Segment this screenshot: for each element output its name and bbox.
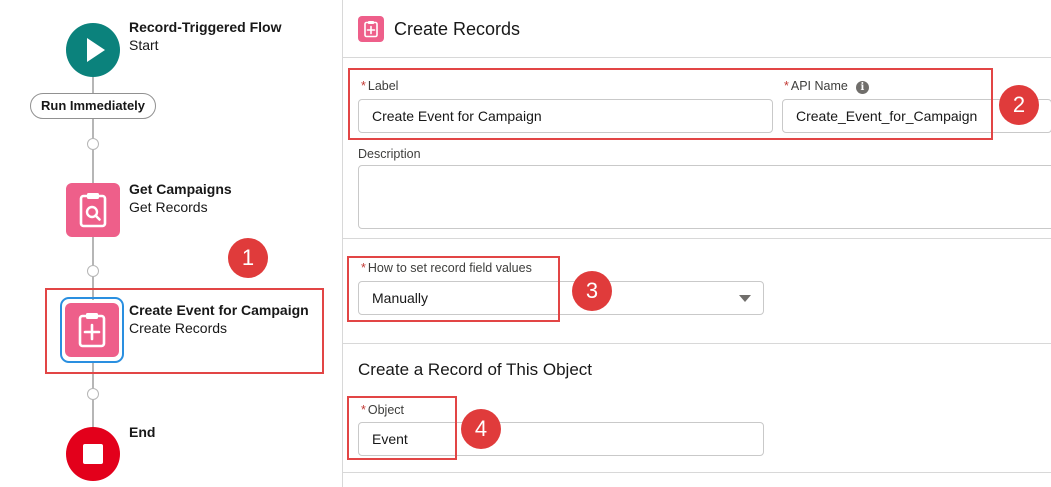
flow-connector-line	[92, 119, 94, 185]
description-textarea[interactable]	[358, 165, 1051, 229]
run-immediately-path[interactable]: Run Immediately	[30, 93, 156, 119]
panel-header-icon	[358, 16, 384, 42]
annotation-badge-3: 3	[572, 271, 612, 311]
stop-icon	[83, 444, 103, 464]
annotation-badge-2: 2	[999, 85, 1039, 125]
get-campaigns-title: Get Campaigns	[129, 181, 232, 197]
start-node-title: Record-Triggered Flow	[129, 19, 282, 35]
object-section-title: Create a Record of This Object	[358, 360, 593, 379]
flow-canvas: Record-Triggered Flow Start Run Immediat…	[0, 0, 342, 487]
add-element-connector[interactable]	[87, 388, 99, 400]
create-records-icon	[364, 21, 378, 38]
play-icon	[87, 38, 105, 62]
chevron-down-icon	[739, 295, 751, 302]
highlight-box-4	[347, 396, 457, 460]
property-panel: Create Records * Label Create Event for C…	[342, 0, 1051, 487]
divider	[343, 57, 1051, 58]
start-node[interactable]	[66, 23, 120, 77]
start-node-subtitle: Start	[129, 37, 159, 53]
annotation-badge-4: 4	[461, 409, 501, 449]
add-element-connector[interactable]	[87, 138, 99, 150]
divider	[343, 343, 1051, 344]
highlight-box-2	[348, 68, 993, 140]
get-campaigns-node[interactable]	[66, 183, 120, 237]
panel-title: Create Records	[394, 19, 521, 39]
end-node[interactable]	[66, 427, 120, 481]
get-campaigns-subtitle: Get Records	[129, 199, 208, 215]
add-element-connector[interactable]	[87, 265, 99, 277]
end-node-title: End	[129, 424, 156, 440]
highlight-box-1	[45, 288, 324, 374]
highlight-box-3	[347, 256, 560, 322]
divider	[343, 472, 1051, 473]
annotation-badge-1: 1	[228, 238, 268, 278]
description-field-label: Description	[358, 147, 421, 161]
get-records-icon	[79, 193, 107, 228]
divider	[343, 238, 1051, 239]
